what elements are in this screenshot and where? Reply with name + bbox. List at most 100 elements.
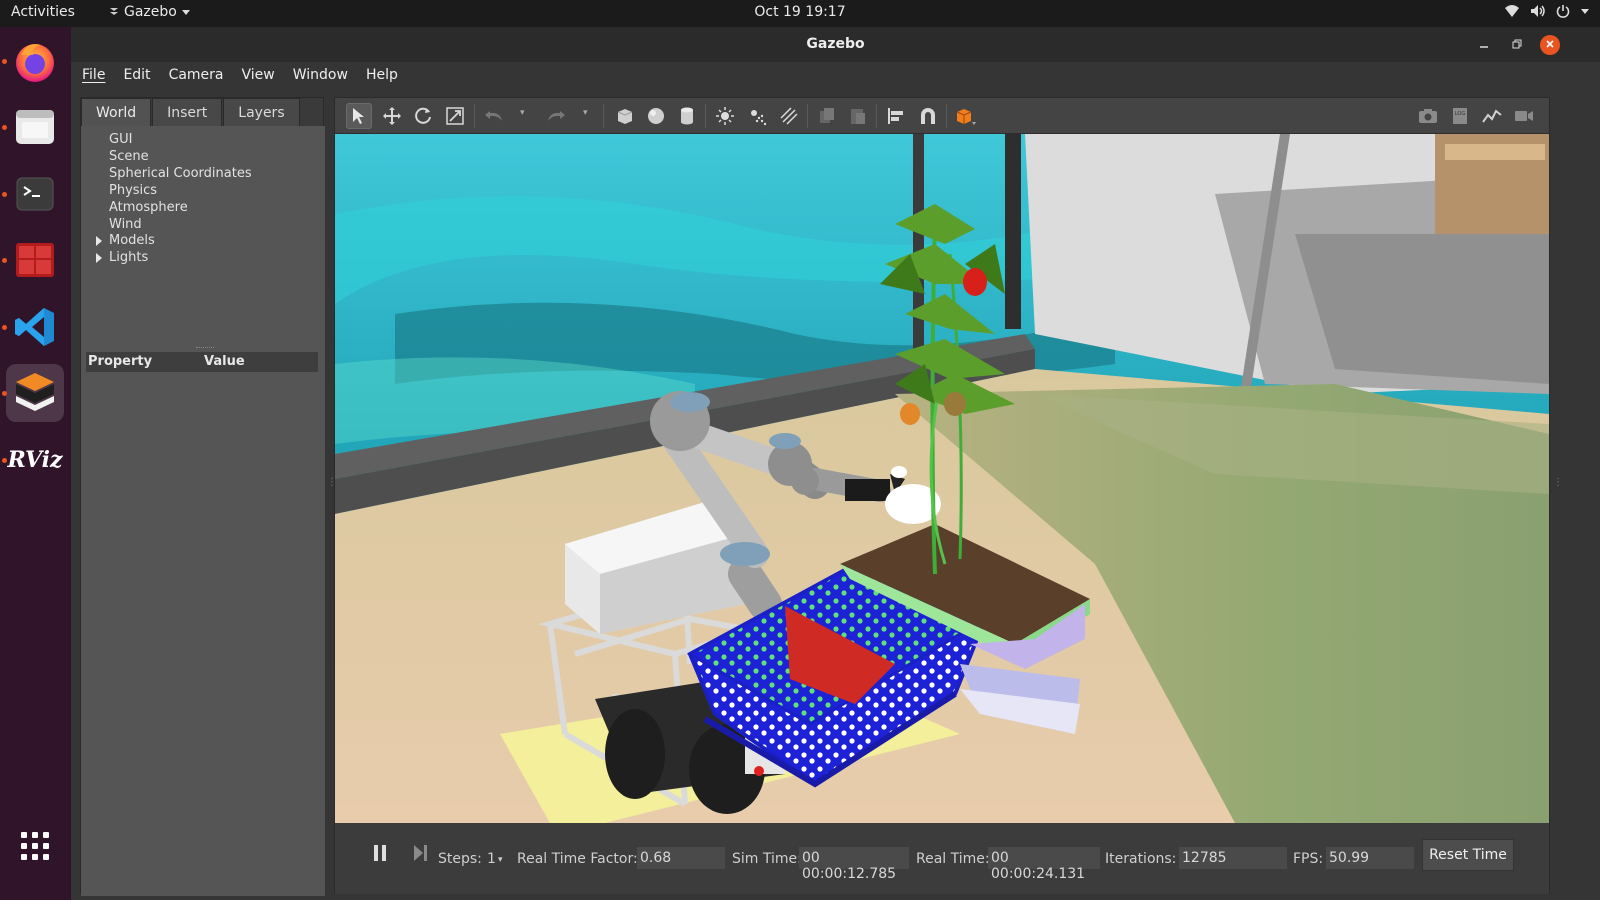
point-light-button[interactable]: [712, 103, 738, 129]
menu-camera[interactable]: Camera: [169, 62, 233, 90]
step-button[interactable]: [412, 843, 430, 867]
cylinder-shape-button[interactable]: [674, 103, 700, 129]
scale-mode-button[interactable]: [442, 103, 468, 129]
app-menu-label: Gazebo: [124, 4, 177, 20]
3d-viewport[interactable]: [335, 134, 1549, 823]
tree-item-wind[interactable]: Wind: [109, 217, 142, 232]
align-button[interactable]: [883, 103, 909, 129]
running-indicator: [2, 59, 7, 64]
world-tree: GUI Scene Spherical Coordinates Physics …: [81, 126, 325, 896]
spot-light-button[interactable]: [744, 103, 770, 129]
undo-icon: [485, 111, 502, 121]
running-indicator: [2, 391, 7, 396]
minimize-button[interactable]: [1474, 35, 1494, 55]
rviz-icon: RViz: [7, 447, 63, 473]
dock-firefox[interactable]: [6, 32, 64, 90]
tab-insert[interactable]: Insert: [152, 98, 223, 126]
running-indicator: [2, 192, 7, 197]
tree-item-spherical-coordinates[interactable]: Spherical Coordinates: [109, 166, 252, 181]
pause-button[interactable]: [372, 843, 388, 867]
record-video-button[interactable]: [1511, 103, 1537, 129]
chevron-down-icon[interactable]: ▾: [520, 108, 525, 118]
menu-window[interactable]: Window: [293, 62, 357, 90]
dock-terminal[interactable]: [6, 165, 64, 223]
plot-button[interactable]: [1479, 103, 1505, 129]
window-title: Gazebo: [806, 36, 865, 52]
expand-arrow-icon[interactable]: [96, 253, 102, 263]
undo-button[interactable]: [481, 103, 507, 129]
dock-files[interactable]: [6, 98, 64, 156]
tree-item-models[interactable]: Models: [109, 233, 155, 248]
menu-help[interactable]: Help: [366, 62, 407, 90]
rtf-field: 0.68: [637, 847, 725, 869]
gazebo-window: Gazebo File Edit Camera View Window Help…: [71, 27, 1600, 900]
show-applications-button[interactable]: [6, 817, 64, 875]
left-panel: World Insert Layers GUI Scene Spherical …: [80, 97, 325, 896]
panel-splitter[interactable]: [196, 347, 214, 349]
terminal-icon: [16, 177, 54, 211]
scene-render: [335, 134, 1549, 823]
tree-item-physics[interactable]: Physics: [109, 183, 157, 198]
chevron-down-icon[interactable]: ▾: [583, 108, 588, 118]
steps-spinner-icon[interactable]: ▾: [498, 855, 503, 865]
redo-button[interactable]: [543, 103, 569, 129]
tab-layers[interactable]: Layers: [223, 98, 300, 126]
dock-vscode[interactable]: [6, 298, 64, 356]
video-camera-icon: [1515, 111, 1533, 121]
move-icon: [383, 107, 401, 125]
magnet-icon: [921, 108, 935, 124]
paste-button[interactable]: [845, 103, 871, 129]
rotate-icon: [415, 107, 431, 124]
pause-icon: [374, 845, 386, 861]
dock-terminator[interactable]: [6, 231, 64, 289]
panel-tabs: World Insert Layers: [81, 98, 301, 126]
dock-rviz[interactable]: RViz: [6, 431, 64, 489]
tree-item-lights[interactable]: Lights: [109, 250, 148, 265]
tree-item-gui[interactable]: GUI: [109, 132, 132, 147]
menu-view[interactable]: View: [242, 62, 284, 90]
step-forward-icon: [414, 845, 427, 861]
tab-world[interactable]: World: [81, 98, 152, 126]
clock[interactable]: Oct 19 19:17: [754, 4, 845, 20]
tree-item-atmosphere[interactable]: Atmosphere: [109, 200, 188, 215]
steps-value[interactable]: 1: [487, 851, 496, 867]
dock-gazebo[interactable]: [6, 364, 64, 422]
real-time-field: 00 00:00:24.131: [988, 847, 1100, 882]
property-table-header: Property Value: [86, 352, 318, 372]
directional-light-button[interactable]: [776, 103, 802, 129]
rotate-mode-button[interactable]: [410, 103, 436, 129]
scale-icon: [446, 107, 464, 125]
rtf-label: Real Time Factor:: [517, 851, 638, 867]
paste-icon: [851, 109, 865, 124]
tree-item-scene[interactable]: Scene: [109, 149, 149, 164]
sun-icon: [716, 107, 734, 125]
change-view-button[interactable]: [953, 103, 979, 129]
firefox-icon: [16, 44, 54, 82]
screenshot-button[interactable]: [1415, 103, 1441, 129]
arrow-pointer-icon: [353, 108, 364, 124]
align-icon: [888, 108, 903, 124]
app-menu[interactable]: Gazebo: [108, 4, 191, 20]
translate-mode-button[interactable]: [379, 103, 405, 129]
copy-button[interactable]: [814, 103, 840, 129]
menu-file[interactable]: File: [82, 62, 114, 90]
activities-button[interactable]: Activities: [11, 4, 75, 20]
toolbar: ▾ ▾ LOG: [335, 98, 1549, 134]
snap-button[interactable]: [915, 103, 941, 129]
volume-icon: [1531, 5, 1545, 17]
system-tray[interactable]: [1504, 4, 1590, 18]
expand-arrow-icon[interactable]: [96, 236, 102, 246]
minimize-icon: [1480, 46, 1488, 48]
select-mode-button[interactable]: [346, 103, 372, 129]
sphere-shape-button[interactable]: [643, 103, 669, 129]
reset-time-button[interactable]: Reset Time: [1422, 839, 1514, 871]
close-button[interactable]: [1540, 35, 1560, 55]
maximize-button[interactable]: [1507, 35, 1527, 55]
title-bar[interactable]: Gazebo: [71, 27, 1600, 62]
right-splitter-handle[interactable]: ⋮: [1553, 477, 1563, 488]
menu-edit[interactable]: Edit: [123, 62, 159, 90]
box-shape-button[interactable]: [612, 103, 638, 129]
svg-text:LOG: LOG: [1455, 111, 1466, 117]
log-button[interactable]: LOG: [1447, 103, 1473, 129]
log-icon: LOG: [1453, 108, 1467, 124]
